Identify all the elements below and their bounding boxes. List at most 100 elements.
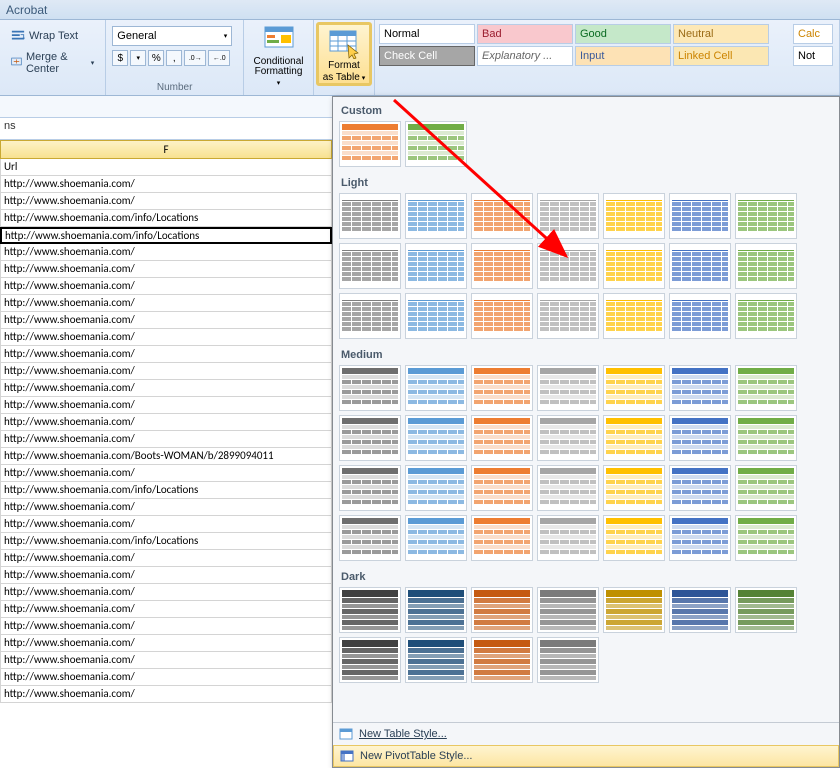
style-linked-cell[interactable]: Linked Cell bbox=[673, 46, 769, 66]
table-style-swatch[interactable] bbox=[735, 365, 797, 411]
table-style-swatch[interactable] bbox=[405, 637, 467, 683]
table-style-swatch[interactable] bbox=[537, 415, 599, 461]
table-style-swatch[interactable] bbox=[735, 515, 797, 561]
style-good[interactable]: Good bbox=[575, 24, 671, 44]
table-style-swatch[interactable] bbox=[603, 515, 665, 561]
style-normal[interactable]: Normal bbox=[379, 24, 475, 44]
table-style-swatch[interactable] bbox=[471, 293, 533, 339]
table-style-swatch[interactable] bbox=[405, 515, 467, 561]
table-style-swatch[interactable] bbox=[339, 293, 401, 339]
table-style-swatch[interactable] bbox=[405, 243, 467, 289]
table-style-swatch[interactable] bbox=[471, 465, 533, 511]
table-style-swatch[interactable] bbox=[405, 465, 467, 511]
table-style-swatch[interactable] bbox=[339, 415, 401, 461]
table-style-swatch[interactable] bbox=[735, 243, 797, 289]
format-as-table-button[interactable]: Format as Table ▾ bbox=[316, 22, 372, 86]
table-style-swatch[interactable] bbox=[603, 415, 665, 461]
table-style-swatch[interactable] bbox=[669, 293, 731, 339]
table-style-swatch[interactable] bbox=[405, 415, 467, 461]
comma-button[interactable]: , bbox=[166, 50, 182, 66]
grid-cell[interactable]: http://www.shoemania.com/ bbox=[0, 686, 332, 703]
grid-cell[interactable]: http://www.shoemania.com/ bbox=[0, 295, 332, 312]
table-style-swatch[interactable] bbox=[471, 193, 533, 239]
table-style-swatch[interactable] bbox=[537, 293, 599, 339]
grid-cell[interactable]: http://www.shoemania.com/ bbox=[0, 329, 332, 346]
grid-cell[interactable]: http://www.shoemania.com/ bbox=[0, 567, 332, 584]
table-style-swatch[interactable] bbox=[471, 415, 533, 461]
merge-center-button[interactable]: Merge & Center ▾ bbox=[6, 48, 99, 78]
table-style-swatch[interactable] bbox=[603, 465, 665, 511]
table-style-swatch[interactable] bbox=[339, 121, 401, 167]
currency-drop[interactable]: ▾ bbox=[130, 50, 146, 66]
style-check-cell[interactable]: Check Cell bbox=[379, 46, 475, 66]
table-style-swatch[interactable] bbox=[537, 365, 599, 411]
grid-cell[interactable]: http://www.shoemania.com/ bbox=[0, 431, 332, 448]
table-style-swatch[interactable] bbox=[735, 193, 797, 239]
grid-cell[interactable]: http://www.shoemania.com/ bbox=[0, 346, 332, 363]
grid-cell[interactable]: http://www.shoemania.com/ bbox=[0, 516, 332, 533]
new-pivot-style-item[interactable]: New PivotTable Style... bbox=[333, 745, 839, 767]
grid-cell[interactable]: http://www.shoemania.com/ bbox=[0, 414, 332, 431]
table-style-swatch[interactable] bbox=[405, 365, 467, 411]
table-style-swatch[interactable] bbox=[339, 637, 401, 683]
grid-cell[interactable]: http://www.shoemania.com/ bbox=[0, 193, 332, 210]
table-style-swatch[interactable] bbox=[669, 465, 731, 511]
table-style-swatch[interactable] bbox=[339, 587, 401, 633]
table-style-swatch[interactable] bbox=[339, 193, 401, 239]
grid-cell[interactable]: http://www.shoemania.com/ bbox=[0, 618, 332, 635]
table-style-swatch[interactable] bbox=[471, 515, 533, 561]
table-style-swatch[interactable] bbox=[735, 465, 797, 511]
conditional-formatting-button[interactable]: Conditional Formatting ▾ bbox=[250, 22, 307, 86]
grid-cell[interactable]: http://www.shoemania.com/ bbox=[0, 380, 332, 397]
table-style-swatch[interactable] bbox=[735, 587, 797, 633]
table-style-swatch[interactable] bbox=[537, 193, 599, 239]
grid-cell[interactable]: http://www.shoemania.com/ bbox=[0, 261, 332, 278]
grid-cell[interactable]: http://www.shoemania.com/info/Locations bbox=[0, 210, 332, 227]
table-style-swatch[interactable] bbox=[537, 243, 599, 289]
decrease-decimal-button[interactable]: ←.0 bbox=[208, 50, 230, 66]
grid-cell[interactable]: http://www.shoemania.com/ bbox=[0, 550, 332, 567]
cell-styles-gallery[interactable]: Normal Bad Good Neutral Check Cell Expla… bbox=[377, 22, 789, 68]
grid-cell[interactable]: http://www.shoemania.com/ bbox=[0, 244, 332, 261]
percent-button[interactable]: % bbox=[148, 50, 164, 66]
table-style-swatch[interactable] bbox=[669, 515, 731, 561]
grid-cell[interactable]: Url bbox=[0, 159, 332, 176]
grid-cell[interactable]: http://www.shoemania.com/ bbox=[0, 465, 332, 482]
grid-cell[interactable]: http://www.shoemania.com/ bbox=[0, 363, 332, 380]
table-style-swatch[interactable] bbox=[603, 243, 665, 289]
table-style-swatch[interactable] bbox=[537, 515, 599, 561]
gallery-scroll[interactable]: Custom Light Medium Dark bbox=[333, 97, 839, 722]
column-header-f[interactable]: F bbox=[0, 140, 332, 159]
table-style-swatch[interactable] bbox=[735, 415, 797, 461]
table-style-swatch[interactable] bbox=[537, 465, 599, 511]
wrap-text-button[interactable]: Wrap Text bbox=[6, 26, 83, 46]
style-calculation[interactable]: Calc bbox=[793, 24, 833, 44]
grid-cell[interactable]: http://www.shoemania.com/ bbox=[0, 635, 332, 652]
table-style-swatch[interactable] bbox=[471, 243, 533, 289]
table-style-swatch[interactable] bbox=[339, 465, 401, 511]
table-style-swatch[interactable] bbox=[669, 415, 731, 461]
table-style-swatch[interactable] bbox=[339, 365, 401, 411]
grid-cell[interactable]: http://www.shoemania.com/ bbox=[0, 499, 332, 516]
table-style-swatch[interactable] bbox=[537, 637, 599, 683]
grid-cell[interactable]: http://www.shoemania.com/ bbox=[0, 176, 332, 193]
currency-button[interactable]: $ bbox=[112, 50, 128, 66]
table-style-swatch[interactable] bbox=[537, 587, 599, 633]
increase-decimal-button[interactable]: .0→ bbox=[184, 50, 206, 66]
table-style-swatch[interactable] bbox=[603, 587, 665, 633]
table-style-swatch[interactable] bbox=[471, 365, 533, 411]
table-style-swatch[interactable] bbox=[405, 193, 467, 239]
table-style-swatch[interactable] bbox=[603, 365, 665, 411]
style-input[interactable]: Input bbox=[575, 46, 671, 66]
table-style-swatch[interactable] bbox=[603, 193, 665, 239]
grid-cell[interactable]: http://www.shoemania.com/ bbox=[0, 669, 332, 686]
table-style-swatch[interactable] bbox=[339, 515, 401, 561]
grid-cell[interactable]: http://www.shoemania.com/ bbox=[0, 397, 332, 414]
new-table-style-item[interactable]: New Table Style... bbox=[333, 723, 839, 745]
grid-cell[interactable]: http://www.shoemania.com/info/Locations bbox=[0, 227, 332, 244]
grid-cell[interactable]: http://www.shoemania.com/Boots-WOMAN/b/2… bbox=[0, 448, 332, 465]
table-style-swatch[interactable] bbox=[735, 293, 797, 339]
table-style-swatch[interactable] bbox=[405, 587, 467, 633]
style-note[interactable]: Not bbox=[793, 46, 833, 66]
table-style-swatch[interactable] bbox=[669, 193, 731, 239]
